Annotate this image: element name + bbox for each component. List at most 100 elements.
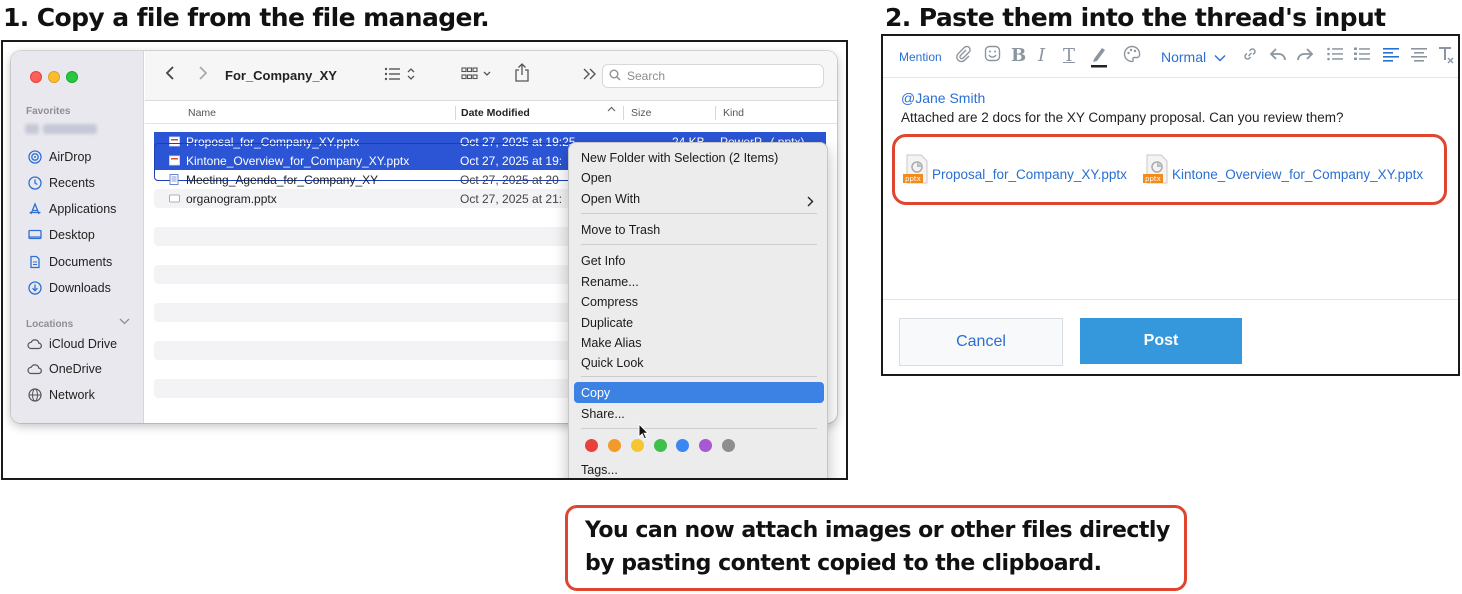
desktop-icon	[27, 228, 42, 243]
menu-item-compress[interactable]: Compress	[581, 295, 638, 309]
undo-icon[interactable]	[1269, 45, 1287, 68]
column-header-kind[interactable]: Kind	[723, 107, 744, 119]
bullet-list-icon[interactable]	[1326, 45, 1344, 68]
menu-item-make-alias[interactable]: Make Alias	[581, 336, 641, 350]
search-input[interactable]: Search	[602, 64, 824, 88]
file-icon	[169, 194, 180, 203]
bold-icon[interactable]: B	[1011, 45, 1026, 67]
sidebar-item-downloads[interactable]: Downloads	[27, 278, 111, 298]
finder-sidebar: Favorites AirDrop Recents Applications D…	[11, 51, 144, 423]
palette-icon[interactable]	[1123, 45, 1141, 68]
sort-ascending-icon	[607, 105, 616, 117]
thread-editor-panel: Mention B I T Normal @Jane Smith Attache…	[881, 34, 1460, 376]
clear-format-icon[interactable]	[1437, 45, 1455, 70]
menu-item-new-folder-with-selection[interactable]: New Folder with Selection (2 Items)	[581, 151, 778, 165]
file-badge: pptx	[905, 175, 921, 183]
cloud-icon	[27, 362, 42, 377]
sidebar-item-label: Recents	[49, 176, 95, 190]
step1-title: 1. Copy a file from the file manager.	[3, 3, 490, 32]
tag-orange[interactable]	[608, 439, 621, 452]
cloud-icon	[27, 337, 42, 352]
clock-icon	[27, 176, 42, 191]
pasted-attachments-highlight: pptx Proposal_for_Company_XY.pptx pptx K…	[892, 134, 1447, 205]
sidebar-item-recents[interactable]: Recents	[27, 173, 95, 193]
cancel-button[interactable]: Cancel	[899, 318, 1063, 366]
menu-item-move-to-trash[interactable]: Move to Trash	[581, 223, 660, 237]
document-icon	[27, 255, 42, 270]
menu-item-copy[interactable]: Copy	[581, 386, 610, 400]
minimize-window-button[interactable]	[48, 71, 60, 83]
numbered-list-icon[interactable]	[1353, 45, 1371, 68]
list-view-icon[interactable]	[384, 66, 418, 86]
column-header-size[interactable]: Size	[631, 107, 651, 119]
sidebar-item-label: Downloads	[49, 281, 111, 295]
highlight-pen-icon[interactable]	[1089, 45, 1109, 74]
file-date: Oct 27, 2025 at 20	[460, 173, 559, 187]
sidebar-item-applications[interactable]: Applications	[27, 199, 116, 219]
globe-icon	[27, 388, 42, 403]
sidebar-item-icloud-drive[interactable]: iCloud Drive	[27, 334, 117, 354]
sidebar-item-label: Applications	[49, 202, 117, 216]
callout-line-1: You can now attach images or other files…	[585, 518, 1170, 543]
paragraph-format-dropdown[interactable]: Normal	[1161, 49, 1226, 65]
menu-item-open[interactable]: Open	[581, 171, 612, 185]
column-header-name[interactable]: Name	[188, 107, 216, 119]
sidebar-item-label: Documents	[49, 255, 113, 269]
paperclip-icon[interactable]	[955, 45, 971, 68]
attachment-name: Kintone_Overview_for_Company_XY.pptx	[1172, 167, 1424, 182]
file-list-header: Name Date Modified Size Kind	[145, 102, 837, 124]
back-icon[interactable]	[165, 65, 175, 85]
sidebar-item-desktop[interactable]: Desktop	[27, 225, 95, 245]
menu-item-quick-look[interactable]: Quick Look	[581, 356, 644, 370]
column-header-date-modified[interactable]: Date Modified	[461, 107, 530, 119]
emoji-icon[interactable]	[984, 45, 1001, 67]
menu-item-rename[interactable]: Rename...	[581, 275, 639, 289]
tag-purple[interactable]	[699, 439, 712, 452]
file-date: Oct 27, 2025 at 21:	[460, 192, 563, 206]
zoom-window-button[interactable]	[66, 71, 78, 83]
finder-toolbar: For_Company_XY Search	[145, 51, 837, 101]
more-toolbar-icon[interactable]	[583, 67, 597, 84]
forward-icon[interactable]	[198, 65, 208, 85]
align-left-icon[interactable]	[1382, 45, 1400, 68]
attachment-name: Proposal_for_Company_XY.pptx	[932, 167, 1127, 182]
menu-item-duplicate[interactable]: Duplicate	[581, 316, 633, 330]
post-button[interactable]: Post	[1080, 318, 1242, 364]
search-placeholder: Search	[627, 69, 666, 83]
message-input-area[interactable]: @Jane Smith Attached are 2 docs for the …	[883, 79, 1458, 299]
mouse-cursor-icon	[638, 422, 650, 445]
tag-gray[interactable]	[722, 439, 735, 452]
format-label: Normal	[1161, 49, 1207, 65]
group-view-icon[interactable]	[461, 66, 493, 86]
menu-item-get-info[interactable]: Get Info	[581, 254, 625, 268]
text-style-icon[interactable]: T	[1063, 45, 1075, 67]
message-text: Attached are 2 docs for the XY Company p…	[901, 110, 1344, 125]
sidebar-item-documents[interactable]: Documents	[27, 252, 112, 272]
mention-button[interactable]: Mention	[899, 50, 942, 64]
feature-callout: You can now attach images or other files…	[565, 505, 1187, 591]
sidebar-item-label: Network	[49, 388, 95, 402]
sidebar-item-onedrive[interactable]: OneDrive	[27, 359, 102, 379]
chevron-down-icon[interactable]	[119, 317, 130, 328]
align-center-icon[interactable]	[1410, 45, 1428, 68]
menu-item-open-with[interactable]: Open With	[581, 192, 640, 206]
attachment-item[interactable]: pptx Kintone_Overview_for_Company_XY.ppt…	[1143, 154, 1423, 186]
redo-icon[interactable]	[1296, 45, 1314, 68]
link-icon[interactable]	[1241, 45, 1259, 68]
mention-tag[interactable]: @Jane Smith	[901, 90, 985, 106]
tag-green[interactable]	[654, 439, 667, 452]
sidebar-item-network[interactable]: Network	[27, 385, 95, 405]
favorites-header: Favorites	[26, 106, 71, 117]
download-icon	[27, 281, 42, 296]
tag-blue[interactable]	[676, 439, 689, 452]
redacted-user-item[interactable]	[25, 121, 117, 134]
attachment-item[interactable]: pptx Proposal_for_Company_XY.pptx	[903, 154, 1127, 186]
locations-header: Locations	[26, 319, 74, 330]
share-icon[interactable]	[514, 63, 530, 87]
sidebar-item-airdrop[interactable]: AirDrop	[27, 147, 91, 167]
tag-red[interactable]	[585, 439, 598, 452]
italic-icon[interactable]: I	[1038, 45, 1045, 67]
menu-item-tags[interactable]: Tags...	[581, 463, 618, 477]
menu-item-share[interactable]: Share...	[581, 407, 625, 421]
close-window-button[interactable]	[30, 71, 42, 83]
